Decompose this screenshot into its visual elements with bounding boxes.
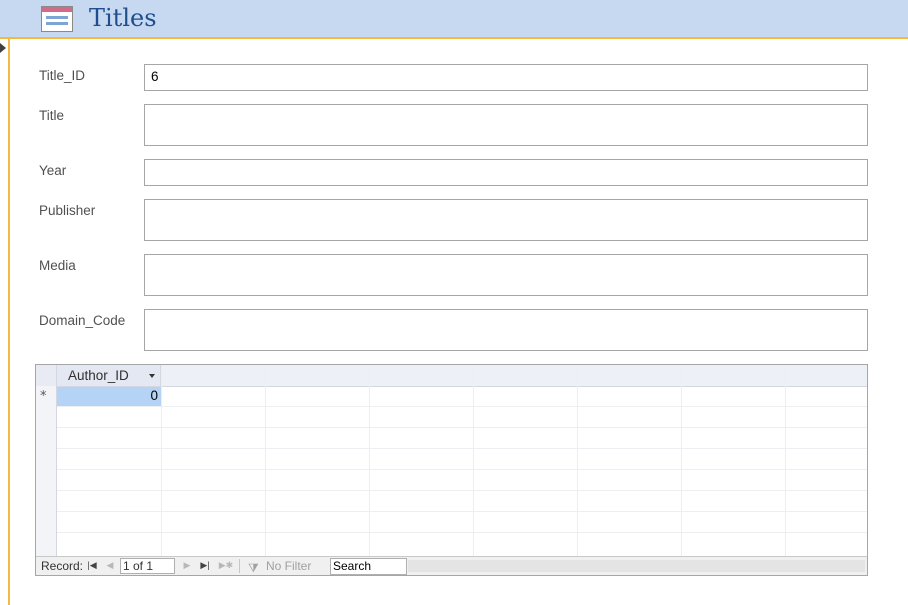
filter-icon: ⧩ xyxy=(248,561,259,575)
horizontal-scrollbar[interactable] xyxy=(408,560,865,572)
title-id-field[interactable]: 6 xyxy=(144,64,868,91)
new-record-icon[interactable]: ▶✱ xyxy=(218,560,234,571)
label-publisher: Publisher xyxy=(39,203,96,218)
first-record-icon[interactable]: |◀ xyxy=(87,560,97,571)
sort-filter-dropdown-icon[interactable] xyxy=(149,374,155,378)
filter-label: No Filter xyxy=(266,559,312,573)
year-field[interactable] xyxy=(144,159,868,186)
label-media: Media xyxy=(39,258,76,273)
record-navigation-bar: Record: |◀ ◀ 1 of 1 ▶ ▶| ▶✱ ⧩ No Filter S… xyxy=(36,556,867,575)
authors-subform[interactable]: Author_ID * 0 Record: |◀ ◀ 1 of 1 ▶ ▶| ▶… xyxy=(35,364,868,576)
label-domain-code: Domain_Code xyxy=(39,313,126,328)
domain-code-field[interactable] xyxy=(144,309,868,351)
select-all-button[interactable] xyxy=(36,365,57,386)
record-label: Record: xyxy=(41,559,84,573)
no-filter-button[interactable]: ⧩ No Filter xyxy=(248,559,312,575)
form-header: Titles xyxy=(0,0,908,39)
row-selector-column[interactable] xyxy=(36,386,57,557)
form-icon xyxy=(41,6,73,32)
new-record-marker: * xyxy=(40,389,47,404)
label-year: Year xyxy=(39,163,67,178)
media-field[interactable] xyxy=(144,254,868,296)
current-record-arrow-icon xyxy=(0,43,6,53)
previous-record-icon[interactable]: ◀ xyxy=(105,560,115,571)
search-input[interactable]: Search xyxy=(330,558,407,575)
current-record-input[interactable]: 1 of 1 xyxy=(120,558,175,574)
author-id-cell[interactable]: 0 xyxy=(57,387,161,406)
label-title-id: Title_ID xyxy=(39,68,86,83)
record-selector-edge[interactable] xyxy=(0,39,10,605)
form-title: Titles xyxy=(89,4,157,32)
last-record-icon[interactable]: ▶| xyxy=(200,560,210,571)
label-title: Title xyxy=(39,108,65,123)
column-header-author-id[interactable]: Author_ID xyxy=(57,365,161,386)
column-header-label: Author_ID xyxy=(68,368,129,383)
next-record-icon[interactable]: ▶ xyxy=(182,560,192,571)
title-field[interactable] xyxy=(144,104,868,146)
publisher-field[interactable] xyxy=(144,199,868,241)
